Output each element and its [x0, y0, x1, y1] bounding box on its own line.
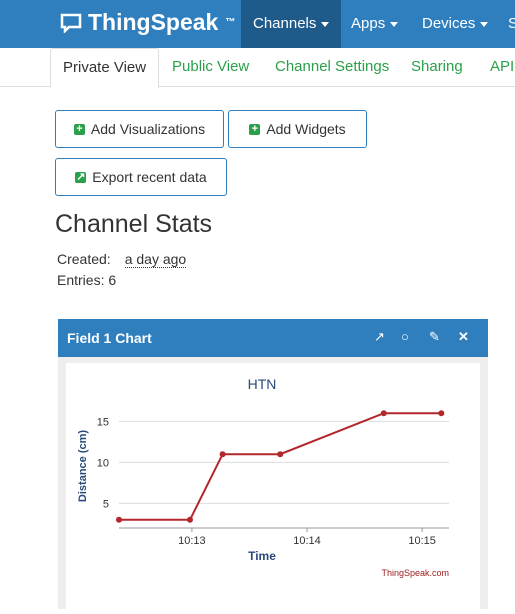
plus-square-icon: +: [249, 123, 261, 135]
data-point: [277, 451, 284, 458]
field-1-line-chart: HTN Time Distance (cm) ThingSpeak.com 5 1…: [77, 376, 449, 578]
top-navbar: ThingSpeak ™ Channels Apps Devices S: [0, 0, 515, 48]
channel-tabs: Private View Public View Channel Setting…: [0, 48, 515, 88]
nav-devices-label: Devices: [422, 15, 476, 32]
nav-channels[interactable]: Channels: [241, 0, 342, 48]
data-point: [380, 410, 387, 417]
add-widgets-button[interactable]: + Add Widgets: [228, 110, 367, 148]
nav-apps[interactable]: Apps: [339, 0, 410, 48]
brand-name: ThingSpeak: [88, 9, 219, 35]
export-recent-data-button[interactable]: ↗ Export recent data: [55, 158, 227, 196]
brand[interactable]: ThingSpeak ™: [60, 9, 235, 36]
chart-title: HTN: [248, 376, 277, 392]
add-widgets-label: Add Widgets: [266, 121, 346, 137]
plus-square-icon: +: [73, 123, 85, 135]
tab-channel-settings[interactable]: Channel Settings: [263, 48, 401, 85]
pencil-icon[interactable]: ✎: [429, 329, 440, 345]
y-axis-label: Distance (cm): [77, 430, 89, 502]
nav-apps-label: Apps: [351, 15, 386, 32]
tab-private-view[interactable]: Private View: [50, 48, 160, 88]
created-stat: Created: a day ago: [57, 251, 187, 268]
nav-devices[interactable]: Devices: [410, 0, 500, 48]
chart-credit: ThingSpeak.com: [381, 568, 449, 578]
export-icon: ↗: [75, 170, 87, 183]
brand-tm: ™: [225, 17, 236, 28]
comment-icon[interactable]: ○: [401, 329, 409, 344]
caret-down-icon: [390, 21, 399, 27]
data-point: [438, 410, 445, 417]
caret-down-icon: [321, 21, 330, 27]
chart-area: HTN Time Distance (cm) ThingSpeak.com 5 1…: [66, 363, 480, 609]
data-point: [116, 516, 122, 523]
panel-header: Field 1 Chart ↗ ○ ✎ ✕: [58, 319, 488, 357]
created-label: Created:: [57, 251, 111, 267]
nav-support-label: S: [508, 15, 515, 32]
nav-channels-label: Channels: [253, 15, 317, 32]
external-link-icon[interactable]: ↗: [374, 329, 385, 345]
tab-sharing[interactable]: Sharing: [399, 48, 475, 85]
panel-title: Field 1 Chart: [67, 330, 152, 346]
tab-api[interactable]: API: [478, 48, 515, 85]
nav-support[interactable]: S: [496, 0, 515, 48]
add-visualizations-label: Add Visualizations: [90, 121, 206, 137]
export-label: Export recent data: [92, 169, 207, 185]
tab-public-view[interactable]: Public View: [160, 48, 261, 85]
x-axis-label: Time: [248, 549, 276, 563]
close-icon[interactable]: ✕: [458, 329, 469, 345]
entries-stat: Entries: 6: [57, 272, 117, 288]
x-tick-label: 10:13: [178, 535, 206, 547]
field-1-chart-panel: Field 1 Chart ↗ ○ ✎ ✕ HTN Time Distance …: [58, 319, 488, 609]
y-tick-label: 10: [97, 457, 109, 469]
channel-stats-title: Channel Stats: [55, 210, 213, 238]
add-visualizations-button[interactable]: + Add Visualizations: [55, 110, 224, 148]
data-point: [219, 451, 226, 458]
caret-down-icon: [480, 21, 489, 27]
x-tick-label: 10:14: [293, 535, 321, 547]
speech-bubble-logo-icon: [60, 13, 82, 33]
created-value: a day ago: [124, 251, 187, 268]
data-point: [186, 516, 193, 523]
y-tick-label: 5: [103, 498, 109, 510]
x-tick-label: 10:15: [408, 535, 436, 547]
y-tick-label: 15: [97, 416, 109, 428]
